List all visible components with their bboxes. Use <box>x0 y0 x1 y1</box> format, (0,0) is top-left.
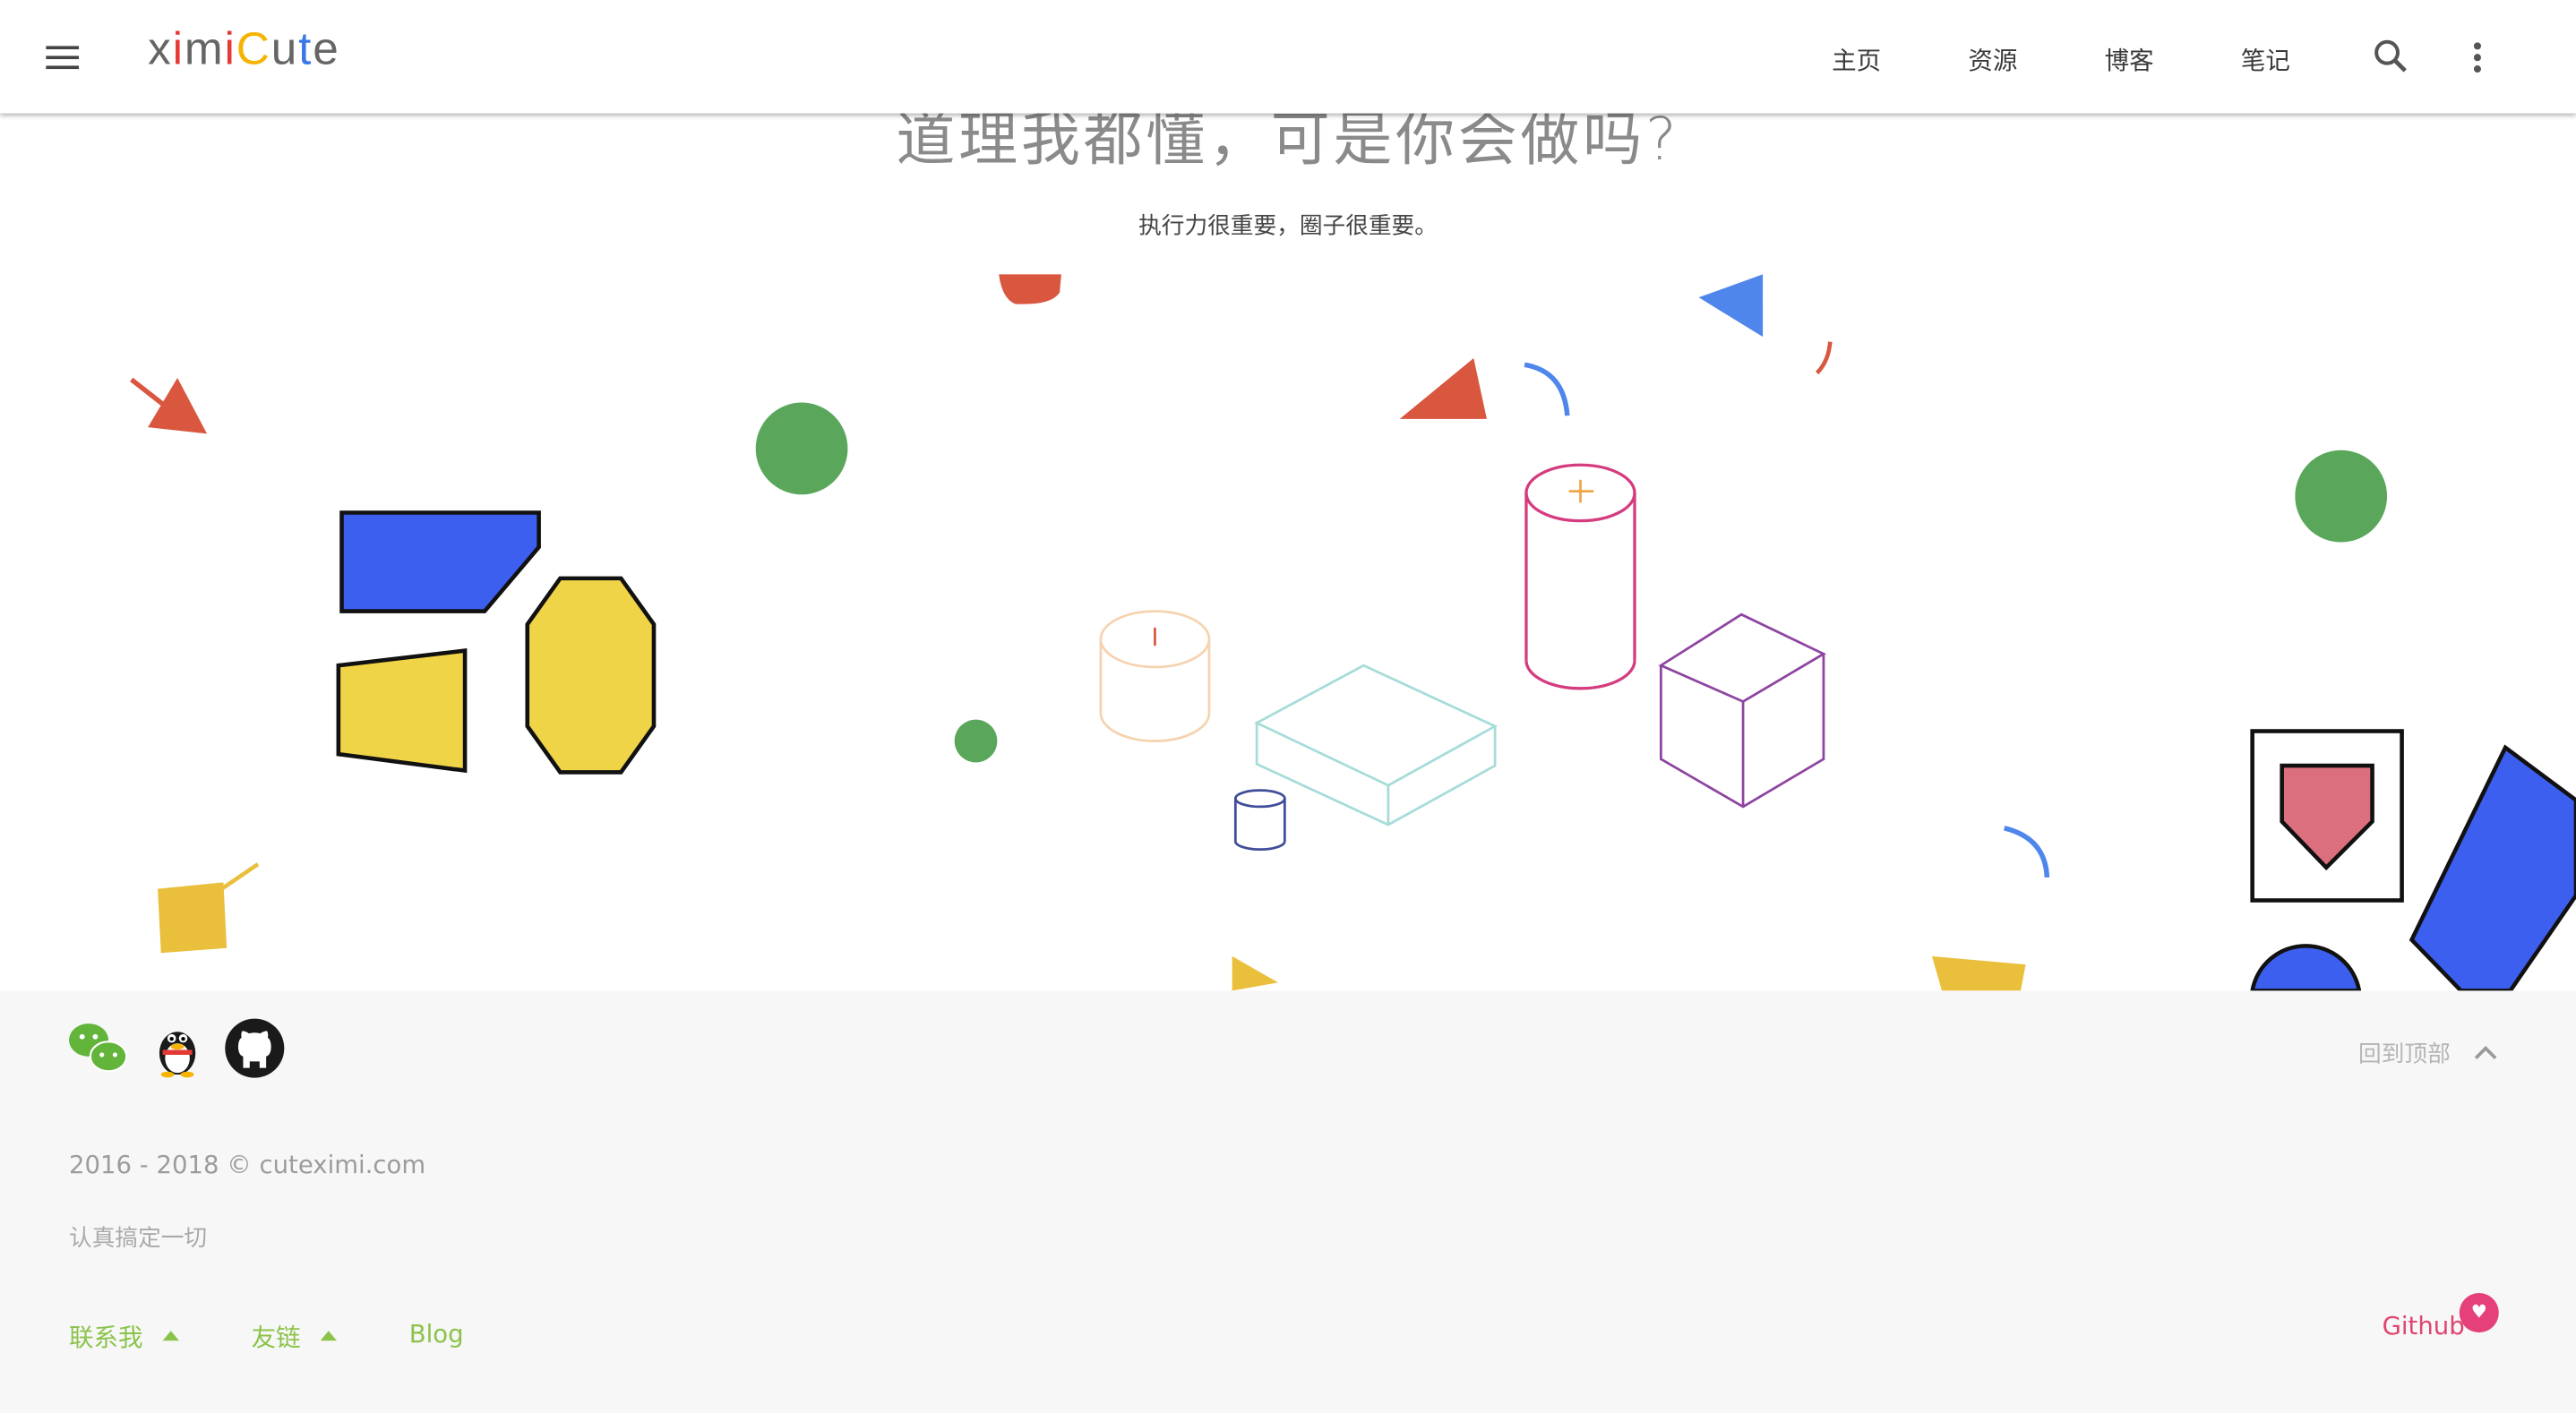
blue-triangle-shape <box>1698 274 1764 338</box>
logo-letter: t <box>298 22 313 74</box>
hero-subtitle: 执行力很重要，圈子很重要。 <box>1138 213 1438 240</box>
small-cylinder-outline <box>1233 789 1286 852</box>
triangle-up-icon <box>162 1331 179 1341</box>
blue-arc-shape-2 <box>2004 826 2050 878</box>
red-half-disc-shape <box>999 274 1061 304</box>
nav-home[interactable]: 主页 <box>1832 43 1881 78</box>
yellow-octagon-shape <box>525 576 657 775</box>
red-triangle-shape <box>1399 358 1487 419</box>
cube-outline <box>1658 612 1826 809</box>
logo-letter: m <box>184 22 225 74</box>
copyright-text: 2016 - 2018 © cuteximi.com <box>69 1150 426 1180</box>
green-circle-shape-2 <box>2295 450 2388 543</box>
logo-letter: i <box>172 22 185 74</box>
blue-slab-shape <box>2409 744 2576 991</box>
heart-icon[interactable]: ♥ <box>2459 1293 2499 1333</box>
nav-notes[interactable]: 笔记 <box>2241 43 2290 78</box>
red-arrow-shape <box>130 377 208 434</box>
triangle-up-icon <box>320 1331 338 1341</box>
footer: 回到顶部 2016 - 2018 © cuteximi.com 认真搞定一切 联… <box>0 990 2576 1413</box>
nav-blog[interactable]: 博客 <box>2105 43 2154 78</box>
contact-link[interactable]: 联系我 <box>69 1319 179 1354</box>
logo-letter: u <box>270 22 299 74</box>
more-vert-icon[interactable] <box>2458 33 2497 82</box>
logo-letter: C <box>236 22 271 74</box>
yellow-square-shape <box>158 862 260 954</box>
contact-link-label: 联系我 <box>69 1323 143 1353</box>
chevron-up-icon <box>2474 1046 2497 1059</box>
blog-link[interactable]: Blog <box>409 1319 464 1349</box>
logo-letter: e <box>313 22 340 74</box>
yellow-triangle-shape <box>1232 955 1278 991</box>
friend-links-link[interactable]: 友链 <box>251 1319 338 1354</box>
site-logo[interactable]: ximiCute <box>148 23 340 76</box>
green-circle-shape <box>755 402 848 495</box>
red-arc-shape <box>1815 341 1833 375</box>
friend-links-label: 友链 <box>251 1323 301 1353</box>
yellow-quad-shape <box>336 648 468 774</box>
top-app-bar: ximiCute 主页 资源 博客 笔记 <box>0 0 2576 114</box>
github-link[interactable]: Github <box>2383 1311 2465 1340</box>
blue-semicircle-shape <box>2250 944 2362 991</box>
blue-trapezoid-shape <box>339 510 541 613</box>
back-to-top-button[interactable]: 回到顶部 <box>2358 1037 2497 1070</box>
search-icon[interactable] <box>2366 33 2415 82</box>
github-icon[interactable] <box>223 1017 286 1080</box>
motto-text: 认真搞定一切 <box>69 1225 208 1253</box>
logo-letter: x <box>148 22 173 74</box>
logo-letter: i <box>224 22 236 74</box>
nav-resources[interactable]: 资源 <box>1968 43 2017 78</box>
blue-arc-shape <box>1524 362 1570 416</box>
yellow-bowl-shape <box>1932 955 2026 991</box>
flat-box-outline <box>1254 664 1498 826</box>
qq-icon[interactable] <box>146 1017 209 1080</box>
back-to-top-label: 回到顶部 <box>2358 1041 2451 1068</box>
menu-icon[interactable] <box>39 36 85 79</box>
wechat-icon[interactable] <box>65 1017 128 1080</box>
green-dot-shape <box>954 719 998 763</box>
